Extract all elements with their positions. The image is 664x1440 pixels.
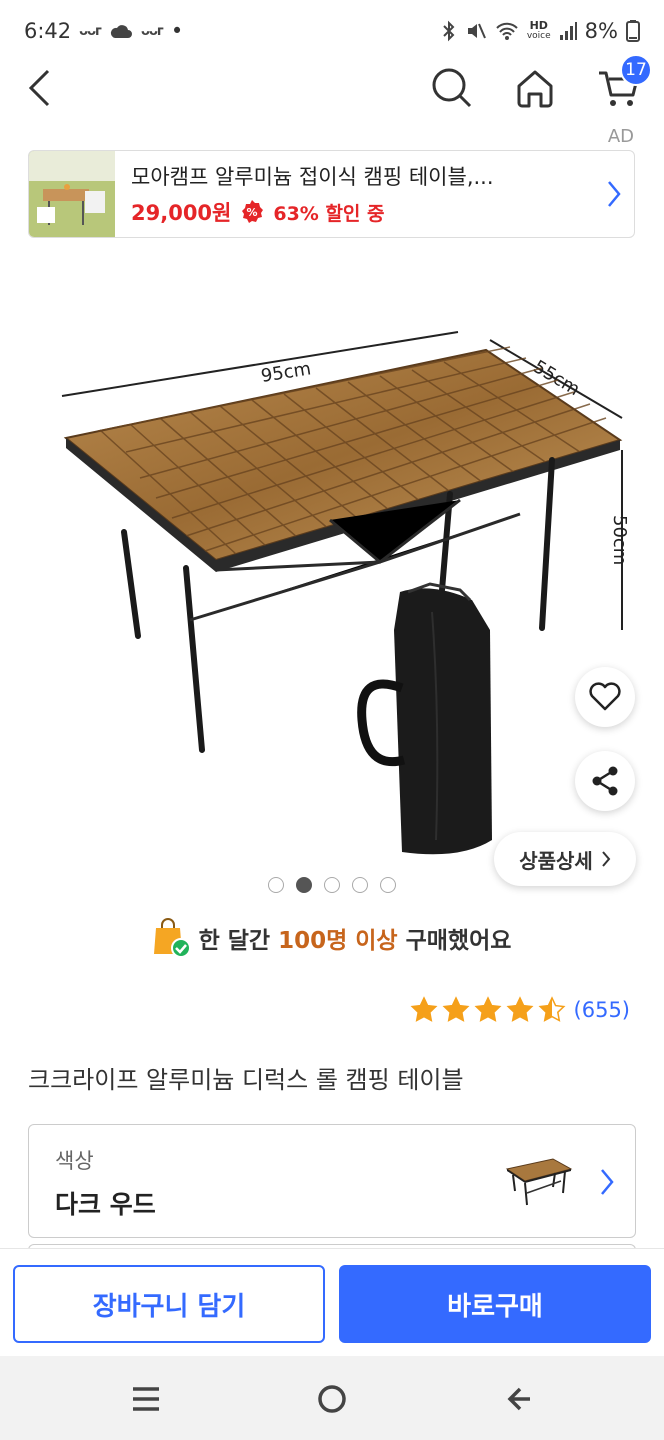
- option-value: 다크 우드: [55, 1190, 156, 1219]
- status-notification-icon: ᴗᴗᴦ: [79, 23, 102, 39]
- carousel-dot[interactable]: [352, 877, 368, 893]
- ad-discount: 63% 할인 중: [273, 202, 385, 225]
- system-back-button[interactable]: [488, 1374, 548, 1424]
- circle-home-icon: [318, 1385, 346, 1413]
- option-label: 색상: [55, 1149, 94, 1173]
- back-arrow-icon: [28, 69, 50, 107]
- review-count[interactable]: (655): [574, 998, 630, 1022]
- search-icon: [432, 68, 472, 108]
- status-dot: •: [170, 19, 184, 43]
- ad-chevron: [594, 179, 634, 209]
- carousel-indicator: [268, 877, 396, 893]
- star-icon: [410, 996, 438, 1022]
- heart-icon: [589, 682, 621, 711]
- search-button[interactable]: [424, 60, 480, 116]
- hd-voice-icon: HD voice: [526, 19, 551, 41]
- shopping-bag-check-icon: [153, 918, 191, 958]
- buy-now-button[interactable]: 바로구매: [339, 1265, 651, 1343]
- status-time: 6:42: [24, 19, 72, 43]
- voice-label: voice: [526, 31, 551, 41]
- system-navigation-bar: [0, 1356, 664, 1440]
- ad-title: 모아캠프 알루미늄 접이식 캠핑 테이블,...: [131, 165, 494, 189]
- battery-icon: [626, 20, 640, 42]
- rating-row[interactable]: (655): [410, 996, 630, 1024]
- purchase-note-prefix: 한 달간: [198, 928, 271, 954]
- dim-height-label: 50cm: [609, 515, 630, 565]
- signal-icon: [559, 22, 577, 40]
- star-icon: [474, 996, 502, 1022]
- home-icon: [517, 70, 553, 108]
- wishlist-button[interactable]: [575, 667, 635, 727]
- star-icon: [442, 996, 470, 1022]
- purchase-note: 한 달간 100명 이상 구매했어요: [0, 918, 664, 958]
- purchase-note-highlight: 100명 이상: [278, 928, 398, 954]
- bluetooth-icon: [443, 20, 455, 42]
- carry-bag: [357, 582, 492, 855]
- chevron-right-icon: [608, 181, 621, 207]
- chevron-right-icon: [601, 1169, 614, 1195]
- share-icon: [592, 766, 618, 796]
- ad-price-row: 29,000원 % 63% 할인 중: [131, 197, 594, 227]
- product-detail-button[interactable]: 상품상세: [494, 832, 636, 886]
- svg-text:%: %: [247, 206, 258, 219]
- recent-apps-button[interactable]: [116, 1374, 176, 1424]
- cart-count-badge: 17: [620, 54, 652, 86]
- carousel-dot[interactable]: [268, 877, 284, 893]
- bottom-action-bar: 장바구니 담기 바로구매: [0, 1248, 664, 1356]
- back-button[interactable]: [12, 60, 68, 116]
- back-chevron-icon: [507, 1387, 530, 1411]
- mute-icon: [467, 23, 486, 39]
- option-chevron: [599, 1167, 615, 1201]
- ad-banner[interactable]: 모아캠프 알루미늄 접이식 캠핑 테이블,... 29,000원 % 63% 할…: [28, 150, 635, 238]
- status-bar: 6:42 ᴗᴗᴦ ᴗᴗᴦ • HD voice 8%: [0, 0, 664, 62]
- cart-button[interactable]: 17: [590, 54, 652, 116]
- status-notification-icon-2: ᴗᴗᴦ: [141, 23, 164, 39]
- home-system-button[interactable]: [302, 1374, 362, 1424]
- color-option-selector[interactable]: 색상 다크 우드: [28, 1124, 636, 1238]
- wifi-icon: [496, 22, 518, 40]
- top-navigation: 17: [0, 54, 664, 118]
- cloud-icon: [110, 25, 133, 38]
- product-image[interactable]: 95cm 55cm 50cm: [40, 300, 640, 870]
- ad-text: 모아캠프 알루미늄 접이식 캠핑 테이블,... 29,000원 % 63% 할…: [115, 161, 594, 227]
- carousel-dot[interactable]: [380, 877, 396, 893]
- purchase-note-suffix: 구매했어요: [405, 928, 512, 954]
- star-icon: [538, 996, 566, 1022]
- home-button[interactable]: [507, 60, 563, 116]
- carousel-dot[interactable]: [324, 877, 340, 893]
- battery-percent: 8%: [584, 19, 618, 43]
- chevron-right-icon: [602, 851, 611, 867]
- ad-label: AD: [607, 126, 634, 147]
- carousel-dot[interactable]: [296, 877, 312, 893]
- hd-label: HD: [529, 19, 548, 32]
- product-detail-label: 상품상세: [519, 848, 593, 873]
- discount-badge-icon: %: [242, 200, 264, 223]
- share-button[interactable]: [575, 751, 635, 811]
- add-to-cart-button[interactable]: 장바구니 담기: [13, 1265, 325, 1343]
- option-thumbnail-image: [505, 1158, 573, 1206]
- ad-thumbnail-image: [29, 151, 115, 237]
- menu-lines-icon: [133, 1387, 159, 1411]
- product-title: 크크라이프 알루미늄 디럭스 롤 캠핑 테이블: [28, 1066, 464, 1094]
- ad-price: 29,000원: [131, 201, 232, 225]
- star-icon: [506, 996, 534, 1022]
- star-rating: [410, 996, 566, 1024]
